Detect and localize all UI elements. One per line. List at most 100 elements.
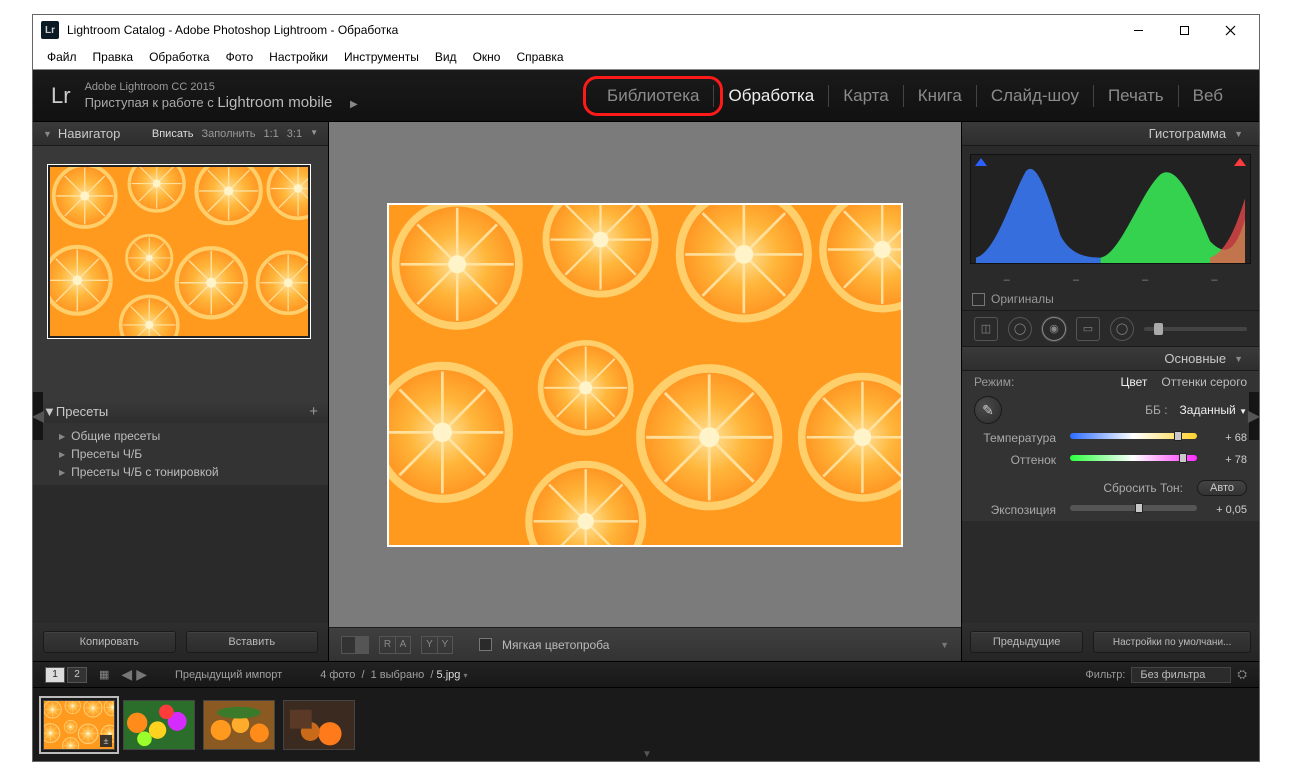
thumbnail[interactable] [283,700,355,750]
tool-strip: ◫ ◯ ◉ ▭ ◯ [962,311,1259,347]
grid-icon[interactable]: ▦ [99,668,109,681]
right-panel-toggle[interactable]: ▶ [1249,392,1259,440]
chevron-down-icon: ▼ [43,404,56,419]
originals-row[interactable]: Оригиналы [962,288,1259,311]
triangle-right-icon: ▶ [59,450,65,459]
module-map[interactable]: Карта [829,80,903,112]
module-picker: Библиотека Обработка Карта Книга Слайд-ш… [593,80,1237,112]
menu-develop[interactable]: Обработка [143,48,216,66]
bottom-panel-toggle[interactable]: ▼ [642,749,650,760]
crop-tool[interactable]: ◫ [974,317,998,341]
nav-fill[interactable]: Заполнить [201,128,255,140]
shadow-clip-indicator[interactable] [975,158,987,166]
add-preset-button[interactable]: + [309,403,318,420]
module-develop[interactable]: Обработка [714,80,828,112]
menu-file[interactable]: Файл [41,48,83,66]
preset-folder[interactable]: ▶Общие пресеты [33,427,328,445]
menu-view[interactable]: Вид [429,48,463,66]
preset-folder[interactable]: ▶Пресеты Ч/Б с тонировкой [33,463,328,481]
triangle-right-icon: ▶ [59,432,65,441]
tint-slider[interactable] [1070,455,1197,465]
menu-bar: Файл Правка Обработка Фото Настройки Инс… [33,45,1259,69]
reset-tone-label[interactable]: Сбросить Тон: [1103,481,1183,495]
menu-window[interactable]: Окно [467,48,507,66]
brand-mobile-link[interactable]: Приступая к работе с Lightroom mobile ▶ [85,94,358,111]
redeye-tool[interactable]: ◉ [1042,317,1066,341]
module-book[interactable]: Книга [904,80,976,112]
softproof-checkbox[interactable] [479,638,492,651]
app-icon: Lr [41,21,59,39]
preset-folder[interactable]: ▶Пресеты Ч/Б [33,445,328,463]
monitor-switch[interactable]: 1 2 [45,667,87,683]
histogram-header[interactable]: Гистограмма ▼ [962,122,1259,146]
tint-value[interactable]: + 78 [1203,454,1247,466]
highlight-clip-indicator[interactable] [1234,158,1246,166]
filter-select[interactable]: Без фильтра [1131,667,1231,683]
wb-preset[interactable]: Заданный ▼ [1180,403,1247,417]
menu-edit[interactable]: Правка [87,48,140,66]
before-after-lr-button[interactable]: RA [379,636,411,654]
basic-header[interactable]: Основные ▼ [962,347,1259,371]
temp-label: Температура [974,431,1064,445]
module-print[interactable]: Печать [1094,80,1178,112]
app-window: Lr Lightroom Catalog - Adobe Photoshop L… [32,14,1260,762]
nav-fit[interactable]: Вписать [152,128,194,140]
nav-3to1[interactable]: 3:1 [287,128,302,140]
wb-eyedropper[interactable]: ✎ [974,396,1002,424]
lr-logo: Lr [51,83,71,109]
menu-settings[interactable]: Настройки [263,48,334,66]
reset-button[interactable]: Настройки по умолчани... [1093,631,1251,653]
develop-badge-icon: ± [100,735,112,747]
temp-slider[interactable] [1070,433,1197,443]
develop-toolbar: RA YY Мягкая цветопроба ▼ [329,627,961,661]
radial-tool[interactable]: ◯ [1110,317,1134,341]
left-panel-toggle[interactable]: ◀ [33,392,43,440]
thumbnail[interactable]: ± [43,700,115,750]
module-slideshow[interactable]: Слайд-шоу [977,80,1093,112]
close-button[interactable] [1207,16,1253,44]
nav-zoom-dropdown[interactable]: ▼ [310,128,318,140]
right-panel: Гистограмма ▼ –––– Оригиналы [961,122,1259,661]
histogram-readout: –––– [962,272,1259,288]
thumbnail[interactable] [203,700,275,750]
nav-fwd[interactable]: ▶ [136,666,147,683]
nav-1to1[interactable]: 1:1 [263,128,278,140]
treatment-gray[interactable]: Оттенки серого [1161,375,1247,389]
exposure-slider[interactable] [1070,505,1197,515]
module-web[interactable]: Веб [1179,80,1237,112]
before-after-tb-button[interactable]: YY [421,636,453,654]
auto-tone-button[interactable]: Авто [1197,480,1247,496]
treatment-label: Режим: [974,375,1014,389]
nav-back[interactable]: ◀ [121,666,132,683]
gradient-tool[interactable]: ▭ [1076,317,1100,341]
copy-button[interactable]: Копировать [43,631,176,653]
histogram[interactable] [970,154,1251,264]
menu-help[interactable]: Справка [510,48,569,66]
minimize-button[interactable] [1115,16,1161,44]
thumbnail[interactable] [123,700,195,750]
image-canvas[interactable] [329,122,961,627]
filter-lock-icon[interactable]: ⛭ [1237,667,1247,682]
paste-button[interactable]: Вставить [186,631,319,653]
menu-tools[interactable]: Инструменты [338,48,425,66]
maximize-button[interactable] [1161,16,1207,44]
previous-button[interactable]: Предыдущие [970,631,1083,653]
brush-size-slider[interactable] [1144,327,1247,331]
menu-photo[interactable]: Фото [220,48,260,66]
treatment-color[interactable]: Цвет [1121,375,1148,389]
exposure-value[interactable]: + 0,05 [1203,504,1247,516]
exposure-label: Экспозиция [974,503,1064,517]
temp-value[interactable]: + 68 [1203,432,1247,444]
source-label[interactable]: Предыдущий импорт [175,669,282,681]
originals-checkbox[interactable] [972,293,985,306]
navigator-preview[interactable] [33,146,328,347]
presets-header[interactable]: ▼ Пресеты + [33,399,328,423]
basic-panel: Режим: Цвет Оттенки серого ✎ ББ : Заданн… [962,371,1259,521]
module-library[interactable]: Библиотека [593,80,713,112]
loupe-view-button[interactable] [341,636,369,654]
toolbar-menu[interactable]: ▼ [940,640,949,650]
spot-tool[interactable]: ◯ [1008,317,1032,341]
filmstrip-info-bar: 1 2 ▦ ◀▶ Предыдущий импорт 4 фото / 1 вы… [33,661,1259,687]
navigator-header[interactable]: ▼ Навигатор Вписать Заполнить 1:1 3:1 ▼ [33,122,328,146]
window-title: Lightroom Catalog - Adobe Photoshop Ligh… [67,23,398,37]
